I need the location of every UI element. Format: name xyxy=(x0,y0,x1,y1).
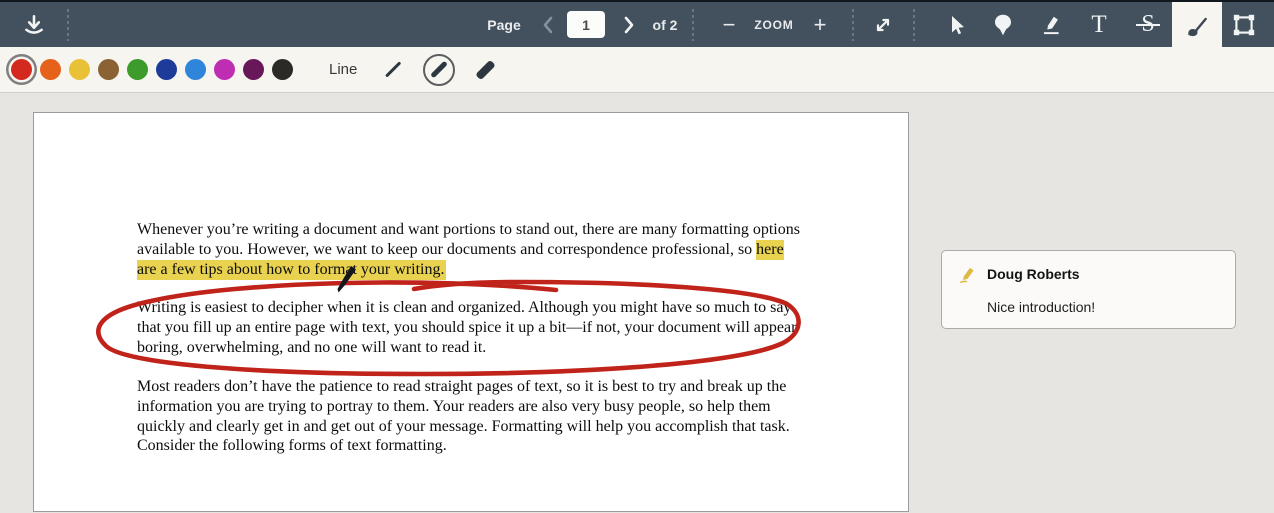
thin-line-icon xyxy=(385,61,402,78)
page-number-field-wrap xyxy=(567,2,605,47)
comment-card[interactable]: Doug Roberts Nice introduction! xyxy=(941,250,1236,329)
download-button[interactable] xyxy=(16,2,52,47)
color-swatch-dark-blue[interactable] xyxy=(156,59,177,80)
strikethrough-icon: S xyxy=(1136,11,1160,38)
toolbar-divider xyxy=(67,9,69,41)
map-pin-icon xyxy=(994,14,1012,35)
color-swatch-row xyxy=(0,59,293,80)
chevron-right-icon xyxy=(624,16,634,33)
color-swatch-black[interactable] xyxy=(272,59,293,80)
page-label: Page xyxy=(487,16,521,33)
highlighter-icon xyxy=(1043,16,1059,34)
color-swatch-light-blue[interactable] xyxy=(185,59,206,80)
color-swatch-purple[interactable] xyxy=(243,59,264,80)
zoom-label: ZOOM xyxy=(754,17,794,32)
shape-tool-button[interactable] xyxy=(1230,2,1258,47)
brush-icon xyxy=(1188,17,1207,36)
toolbar-divider xyxy=(913,9,915,41)
strikethrough-tool-button[interactable]: S xyxy=(1134,2,1162,47)
page-number-input[interactable] xyxy=(567,11,605,38)
text-tool-button[interactable]: T xyxy=(1085,2,1113,47)
fullscreen-button[interactable] xyxy=(868,2,898,47)
select-tool-button[interactable] xyxy=(942,2,970,47)
thick-line-icon xyxy=(475,59,496,80)
color-swatch-orange[interactable] xyxy=(40,59,61,80)
main-toolbar: Page of 2 − ZOOM + xyxy=(0,0,1274,49)
previous-page-button[interactable] xyxy=(536,2,560,47)
zoom-out-button[interactable]: − xyxy=(716,2,742,47)
line-label: Line xyxy=(329,61,358,78)
toolbar-divider xyxy=(692,9,694,41)
paragraph-1: Whenever you’re writing a document and w… xyxy=(137,221,800,280)
stroke-medium-option[interactable] xyxy=(423,53,456,86)
download-icon xyxy=(25,14,43,34)
color-swatch-green[interactable] xyxy=(127,59,148,80)
document-canvas[interactable]: Whenever you’re writing a document and w… xyxy=(0,94,1274,512)
color-swatch-yellow[interactable] xyxy=(69,59,90,80)
document-page[interactable]: Whenever you’re writing a document and w… xyxy=(33,112,909,512)
medium-line-icon xyxy=(430,60,449,79)
comment-author: Doug Roberts xyxy=(987,266,1080,282)
color-swatch-magenta[interactable] xyxy=(214,59,235,80)
pin-comment-tool-button[interactable] xyxy=(989,2,1017,47)
chevron-left-icon xyxy=(543,16,553,33)
stroke-thin-option[interactable] xyxy=(377,54,409,86)
next-page-button[interactable] xyxy=(617,2,641,47)
cursor-icon xyxy=(952,15,964,34)
expand-icon xyxy=(876,18,890,31)
frame-icon xyxy=(1233,14,1255,35)
color-swatch-brown[interactable] xyxy=(98,59,119,80)
stroke-thick-option[interactable] xyxy=(469,54,501,86)
highlight-tool-button[interactable] xyxy=(1037,2,1065,47)
paragraph-3: Most readers don’t have the patience to … xyxy=(137,378,790,455)
pen-icon xyxy=(960,267,974,283)
paragraph-2: Writing is easiest to decipher when it i… xyxy=(137,299,797,356)
text-tool-icon: T xyxy=(1091,10,1107,38)
toolbar-divider xyxy=(852,9,854,41)
minus-icon: − xyxy=(722,11,736,37)
draw-tool-button[interactable] xyxy=(1172,2,1222,49)
page-count-label: of 2 xyxy=(652,16,678,33)
stroke-width-options xyxy=(377,53,501,86)
draw-options-toolbar: Line xyxy=(0,47,1274,93)
plus-icon: + xyxy=(813,11,827,37)
zoom-in-button[interactable]: + xyxy=(807,2,833,47)
comment-text: Nice introduction! xyxy=(987,299,1096,315)
color-swatch-red[interactable] xyxy=(11,59,32,80)
